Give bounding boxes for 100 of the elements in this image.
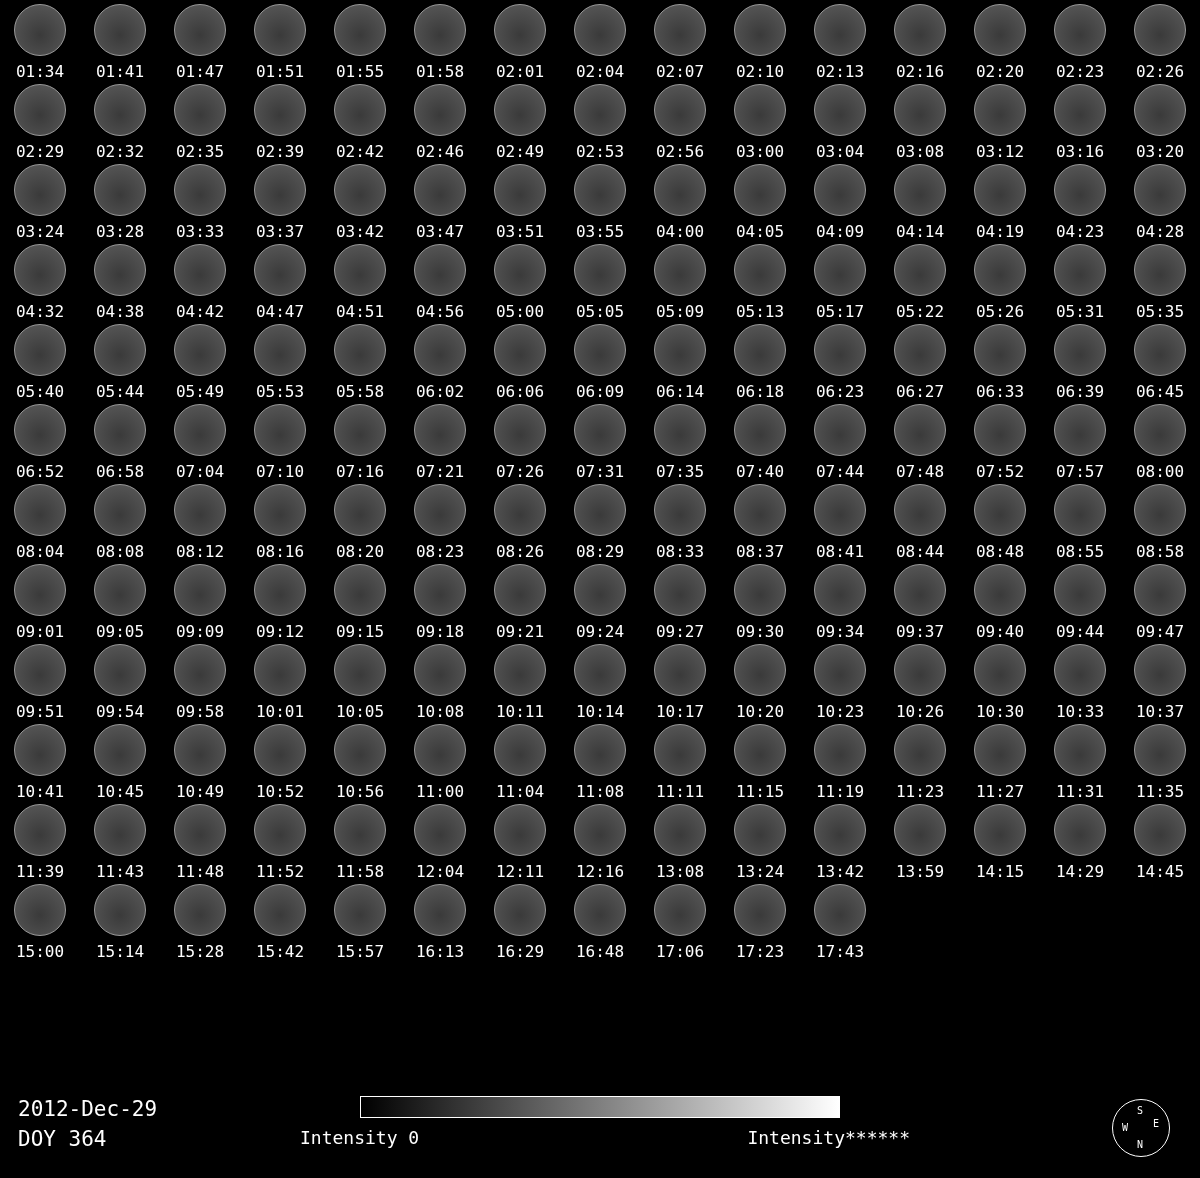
frame-time: 02:04 (575, 62, 625, 82)
frame-time: 05:22 (895, 302, 945, 322)
date-label: 2012-Dec-29 (18, 1096, 159, 1123)
sky-image (494, 564, 546, 616)
sky-image (574, 884, 626, 936)
frame-time: 03:33 (175, 222, 225, 242)
sky-image (1134, 564, 1186, 616)
frame-time: 03:20 (1135, 142, 1185, 162)
sky-image (654, 324, 706, 376)
sky-image (894, 84, 946, 136)
frame-time: 07:40 (735, 462, 785, 482)
sky-image (974, 84, 1026, 136)
sky-image (14, 4, 66, 56)
sky-image (174, 884, 226, 936)
sky-image (174, 724, 226, 776)
frame-time: 09:15 (335, 622, 385, 642)
frame-time: 16:13 (415, 942, 465, 962)
sky-image (894, 484, 946, 536)
sky-image (574, 324, 626, 376)
frame-time: 03:42 (335, 222, 385, 242)
frame-time: 15:28 (175, 942, 225, 962)
frame-time: 04:56 (415, 302, 465, 322)
frame-time: 10:11 (495, 702, 545, 722)
sky-image (14, 164, 66, 216)
sky-image (334, 884, 386, 936)
frame-time: 13:08 (655, 862, 705, 882)
compass-letter: N (1137, 1140, 1144, 1150)
sky-image (814, 4, 866, 56)
frame-time: 06:14 (655, 382, 705, 402)
sky-image (654, 4, 706, 56)
sky-image (1054, 564, 1106, 616)
sky-image (1054, 84, 1106, 136)
sky-image (334, 564, 386, 616)
sky-image (734, 724, 786, 776)
frame-time: 11:31 (1055, 782, 1105, 802)
sky-image (974, 244, 1026, 296)
sky-image (414, 4, 466, 56)
sky-image (254, 84, 306, 136)
frame-time: 07:31 (575, 462, 625, 482)
sky-image (414, 564, 466, 616)
sky-image (894, 164, 946, 216)
frame-time: 01:47 (175, 62, 225, 82)
sky-image (334, 84, 386, 136)
sky-image (174, 4, 226, 56)
sky-image (174, 84, 226, 136)
frame-time: 09:58 (175, 702, 225, 722)
frame-time: 02:23 (1055, 62, 1105, 82)
frame-time: 05:17 (815, 302, 865, 322)
frame-time: 03:04 (815, 142, 865, 162)
frame-time: 08:41 (815, 542, 865, 562)
sky-image (414, 644, 466, 696)
frame-time: 05:53 (255, 382, 305, 402)
sky-image (1134, 804, 1186, 856)
frame-time: 07:04 (175, 462, 225, 482)
frame-time: 10:45 (95, 782, 145, 802)
frame-time: 04:05 (735, 222, 785, 242)
frame-time: 02:49 (495, 142, 545, 162)
sky-image (1054, 324, 1106, 376)
sky-image (974, 724, 1026, 776)
frame-time: 10:01 (255, 702, 305, 722)
frame-time: 03:08 (895, 142, 945, 162)
frame-time: 02:29 (15, 142, 65, 162)
frame-time: 10:17 (655, 702, 705, 722)
sky-image (254, 324, 306, 376)
frame-time: 05:44 (95, 382, 145, 402)
frame-time: 05:26 (975, 302, 1025, 322)
sky-image (414, 324, 466, 376)
sky-image (14, 84, 66, 136)
sky-image (334, 404, 386, 456)
sky-image (814, 564, 866, 616)
sky-image (1134, 4, 1186, 56)
frame-time: 10:14 (575, 702, 625, 722)
frame-time: 04:38 (95, 302, 145, 322)
sky-image (574, 84, 626, 136)
sky-image (94, 244, 146, 296)
sky-image (94, 804, 146, 856)
sky-image (414, 244, 466, 296)
sky-image (654, 84, 706, 136)
sky-image (414, 884, 466, 936)
frame-time: 06:52 (15, 462, 65, 482)
frame-time: 01:41 (95, 62, 145, 82)
sky-image (814, 644, 866, 696)
compass-letter: E (1153, 1119, 1160, 1129)
frame-time: 07:10 (255, 462, 305, 482)
sky-image (494, 4, 546, 56)
sky-image (974, 324, 1026, 376)
frame-time: 10:49 (175, 782, 225, 802)
sky-image (334, 324, 386, 376)
frame-time: 10:37 (1135, 702, 1185, 722)
frame-time: 06:02 (415, 382, 465, 402)
sky-image (1134, 484, 1186, 536)
sky-image (94, 4, 146, 56)
frame-time: 11:48 (175, 862, 225, 882)
frame-time: 05:13 (735, 302, 785, 322)
frame-time: 05:40 (15, 382, 65, 402)
scale-min-label: Intensity 0 (300, 1127, 420, 1148)
frame-time: 01:58 (415, 62, 465, 82)
frame-time: 03:47 (415, 222, 465, 242)
frame-time: 02:32 (95, 142, 145, 162)
frame-time: 10:23 (815, 702, 865, 722)
